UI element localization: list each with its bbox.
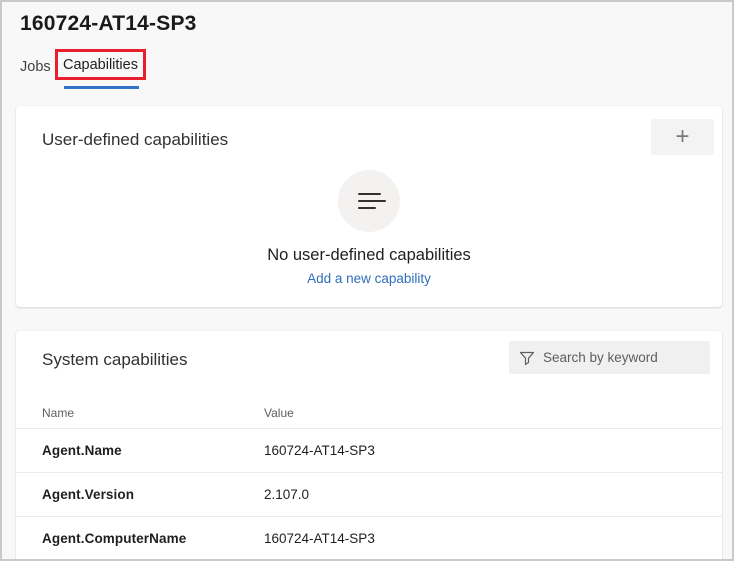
tab-jobs[interactable]: Jobs — [20, 59, 51, 75]
search-input[interactable] — [543, 350, 693, 365]
column-header-name: Name — [42, 406, 75, 420]
filter-funnel-icon — [519, 351, 535, 365]
capability-value: 160724-AT14-SP3 — [264, 443, 375, 458]
capability-name: Agent.Name — [42, 443, 122, 458]
capability-name: Agent.ComputerName — [42, 531, 187, 546]
agent-capabilities-page: 160724-AT14-SP3 Jobs Capabilities User-d… — [0, 0, 734, 561]
annotation-highlight-box: Capabilities — [55, 49, 146, 80]
capability-value: 2.107.0 — [264, 487, 310, 502]
table-row: Agent.Version 2.107.0 — [16, 473, 722, 517]
table-row: Agent.ComputerName 160724-AT14-SP3 — [16, 517, 722, 559]
user-capabilities-title: User-defined capabilities — [42, 130, 229, 149]
table-row: Agent.Name 160724-AT14-SP3 — [16, 429, 722, 473]
capability-name: Agent.Version — [42, 487, 135, 502]
add-capability-button[interactable]: + — [651, 119, 714, 155]
column-header-value: Value — [264, 406, 294, 420]
capability-value: 160724-AT14-SP3 — [264, 531, 375, 546]
system-capabilities-title: System capabilities — [42, 350, 188, 369]
tab-capabilities[interactable]: Capabilities — [63, 57, 138, 73]
list-lines-icon — [338, 170, 400, 232]
selected-tab-underline — [64, 86, 139, 89]
page-title: 160724-AT14-SP3 — [20, 12, 197, 35]
add-new-capability-link[interactable]: Add a new capability — [16, 271, 722, 286]
search-box[interactable] — [509, 341, 710, 374]
user-defined-capabilities-card: User-defined capabilities + No user-defi… — [16, 106, 722, 307]
empty-state-message: No user-defined capabilities — [267, 246, 471, 264]
add-icon: + — [675, 123, 690, 150]
system-capabilities-card: System capabilities Name Value Agent.Nam… — [16, 331, 722, 559]
table-header-row: Name Value — [16, 406, 722, 429]
